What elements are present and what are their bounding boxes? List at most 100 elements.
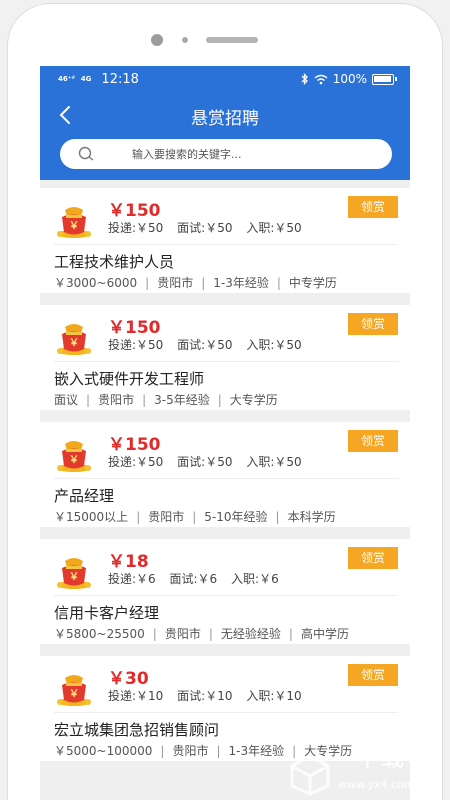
- camera-dot: [151, 34, 163, 46]
- job-education: 本科学历: [287, 510, 336, 524]
- reward-interview: 面试:￥50: [177, 338, 233, 352]
- job-salary: ￥5800~25500: [54, 627, 145, 641]
- job-city: 贵阳市: [148, 510, 185, 524]
- divider: [54, 595, 398, 596]
- page-title: 悬赏招聘: [191, 109, 259, 129]
- job-title[interactable]: 工程技术维护人员: [54, 251, 174, 272]
- job-experience: 1-3年经验: [213, 276, 269, 290]
- reward-breakdown: 投递:￥50 面试:￥50 入职:￥50: [108, 336, 312, 353]
- svg-text:￥: ￥: [69, 689, 79, 700]
- job-city: 贵阳市: [98, 393, 135, 407]
- reward-breakdown: 投递:￥50 面试:￥50 入职:￥50: [108, 219, 312, 236]
- nav-bar: 悬赏招聘: [40, 92, 410, 138]
- divider: [54, 478, 398, 479]
- job-salary: ￥3000~6000: [54, 276, 138, 290]
- job-salary: ￥5000~100000: [54, 744, 153, 758]
- signal-label-2: 4G: [80, 75, 92, 83]
- job-education: 中专学历: [288, 276, 337, 290]
- money-bag-icon: ￥: [57, 207, 91, 238]
- svg-text:￥: ￥: [69, 338, 79, 349]
- reward-hire: 入职:￥10: [246, 689, 302, 703]
- money-bag-icon: ￥: [57, 441, 91, 472]
- divider: [54, 712, 398, 713]
- reward-breakdown: 投递:￥50 面试:￥50 入职:￥50: [108, 453, 312, 470]
- reward-amount: ￥18: [108, 552, 149, 572]
- job-experience: 1-3年经验: [228, 744, 285, 758]
- reward-amount: ￥30: [108, 669, 149, 689]
- reward-interview: 面试:￥6: [169, 572, 218, 586]
- reward-interview: 面试:￥10: [177, 689, 233, 703]
- signal-label-1: 46⁺ᵈ: [58, 75, 75, 83]
- money-bag-icon: ￥: [57, 675, 91, 706]
- divider: [54, 361, 398, 362]
- job-salary: 面议: [54, 393, 79, 407]
- job-card[interactable]: ￥ ￥150 投递:￥50 面试:￥50 入职:￥50 领赏 工程技术维护人员 …: [40, 188, 410, 293]
- reward-amount: ￥150: [108, 201, 161, 221]
- money-bag-icon: ￥: [57, 558, 91, 589]
- job-experience: 5-10年经验: [204, 510, 268, 524]
- divider: [54, 244, 398, 245]
- reward-breakdown: 投递:￥6 面试:￥6 入职:￥6: [108, 570, 289, 587]
- claim-reward-button[interactable]: 领赏: [348, 547, 398, 569]
- job-card[interactable]: ￥ ￥150 投递:￥50 面试:￥50 入职:￥50 领赏 产品经理 ￥150…: [40, 422, 410, 527]
- sensor-dot: [182, 37, 188, 43]
- svg-text:￥: ￥: [69, 572, 79, 583]
- job-title[interactable]: 嵌入式硬件开发工程师: [54, 368, 204, 389]
- reward-send: 投递:￥10: [108, 689, 164, 703]
- job-city: 贵阳市: [172, 744, 209, 758]
- claim-reward-button[interactable]: 领赏: [348, 196, 398, 218]
- reward-amount: ￥150: [108, 435, 161, 455]
- watermark-url: www.yx4.com: [338, 778, 414, 791]
- money-bag-icon: ￥: [57, 324, 91, 355]
- svg-text:￥: ￥: [69, 455, 79, 466]
- job-title[interactable]: 宏立城集团急招销售顾问: [54, 719, 219, 740]
- battery-icon: [372, 73, 397, 85]
- claim-reward-button[interactable]: 领赏: [348, 313, 398, 335]
- reward-interview: 面试:￥50: [177, 221, 233, 235]
- job-meta: ￥5800~25500 | 贵阳市 | 无经验经验 | 高中学历: [54, 627, 349, 641]
- watermark-text: 下载: [356, 744, 404, 772]
- reward-hire: 入职:￥6: [231, 572, 279, 586]
- search-placeholder: 输入要搜索的关键字...: [132, 148, 242, 161]
- signal-indicator: 46⁺ᵈ: [58, 76, 75, 83]
- claim-reward-button[interactable]: 领赏: [348, 430, 398, 452]
- battery-percent: 100%: [332, 72, 367, 86]
- reward-breakdown: 投递:￥10 面试:￥10 入职:￥10: [108, 687, 312, 704]
- job-city: 贵阳市: [157, 276, 194, 290]
- job-experience: 3-5年经验: [154, 393, 210, 407]
- bluetooth-icon: [301, 73, 308, 85]
- watermark-logo: 下载 www.yx4.com: [290, 744, 414, 796]
- reward-send: 投递:￥50: [108, 455, 164, 469]
- svg-text:￥: ￥: [69, 221, 79, 232]
- reward-send: 投递:￥50: [108, 338, 164, 352]
- status-bar: 46⁺ᵈ 4G 12:18 100%: [40, 66, 410, 92]
- job-education: 大专学历: [229, 393, 278, 407]
- job-meta: ￥15000以上 | 贵阳市 | 5-10年经验 | 本科学历: [54, 510, 336, 524]
- job-experience: 无经验经验: [220, 627, 281, 641]
- search-input[interactable]: 输入要搜索的关键字...: [60, 139, 392, 169]
- network-indicator: 4G: [81, 76, 92, 83]
- speaker-grille: [206, 37, 258, 43]
- reward-amount: ￥150: [108, 318, 161, 338]
- app-screen: 46⁺ᵈ 4G 12:18 100% 悬赏招聘 输入要搜索的关键字... ￥ ￥…: [40, 66, 410, 800]
- job-title[interactable]: 信用卡客户经理: [54, 602, 159, 623]
- job-title[interactable]: 产品经理: [54, 485, 114, 506]
- reward-hire: 入职:￥50: [246, 221, 302, 235]
- job-list: ￥ ￥150 投递:￥50 面试:￥50 入职:￥50 领赏 工程技术维护人员 …: [40, 188, 410, 773]
- job-salary: ￥15000以上: [54, 510, 129, 524]
- reward-hire: 入职:￥50: [246, 338, 302, 352]
- job-city: 贵阳市: [164, 627, 201, 641]
- wifi-icon: [314, 74, 328, 84]
- job-card[interactable]: ￥ ￥150 投递:￥50 面试:￥50 入职:￥50 领赏 嵌入式硬件开发工程…: [40, 305, 410, 410]
- job-education: 高中学历: [300, 627, 349, 641]
- reward-send: 投递:￥6: [108, 572, 156, 586]
- header-area: 46⁺ᵈ 4G 12:18 100% 悬赏招聘 输入要搜索的关键字...: [40, 66, 410, 180]
- search-icon: [78, 146, 94, 161]
- job-meta: ￥3000~6000 | 贵阳市 | 1-3年经验 | 中专学历: [54, 276, 337, 290]
- claim-reward-button[interactable]: 领赏: [348, 664, 398, 686]
- reward-send: 投递:￥50: [108, 221, 164, 235]
- reward-interview: 面试:￥50: [177, 455, 233, 469]
- reward-hire: 入职:￥50: [246, 455, 302, 469]
- clock: 12:18: [101, 72, 139, 87]
- job-card[interactable]: ￥ ￥18 投递:￥6 面试:￥6 入职:￥6 领赏 信用卡客户经理 ￥5800…: [40, 539, 410, 644]
